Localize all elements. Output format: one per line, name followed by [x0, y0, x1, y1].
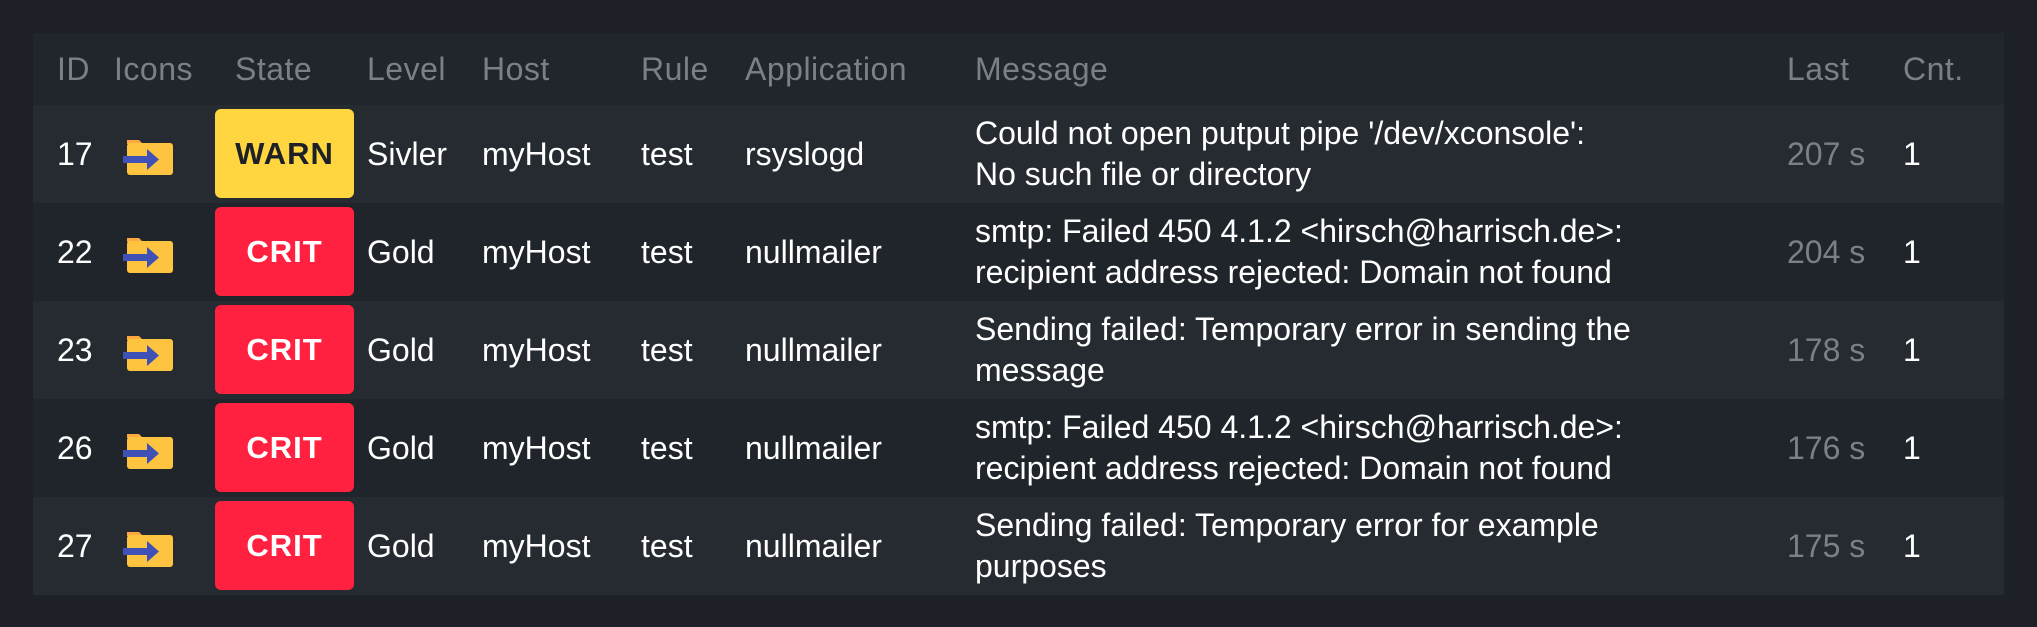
state-badge: CRIT [215, 403, 354, 492]
table-row[interactable]: 22 CRIT Gold myHost test nullmailer smtp… [33, 203, 2004, 301]
level: Gold [367, 429, 435, 466]
event-id[interactable]: 27 [57, 497, 93, 595]
last-seen: 204 s [1787, 233, 1866, 270]
col-level[interactable]: Level [367, 51, 446, 88]
event-id[interactable]: 17 [57, 105, 93, 203]
rule: test [641, 233, 693, 270]
last-seen: 178 s [1787, 331, 1866, 368]
event-id[interactable]: 23 [57, 301, 93, 399]
col-state[interactable]: State [235, 51, 312, 88]
message-line: smtp: Failed 450 4.1.2 <hirsch@harrisch.… [975, 409, 1623, 445]
application: nullmailer [745, 527, 882, 564]
state-badge: CRIT [215, 501, 354, 590]
host[interactable]: myHost [482, 399, 590, 497]
event-id[interactable]: 22 [57, 203, 93, 301]
level: Gold [367, 233, 435, 270]
count: 1 [1903, 135, 1921, 172]
rule: test [641, 527, 693, 564]
col-rule[interactable]: Rule [641, 51, 709, 88]
state-badge: CRIT [215, 305, 354, 394]
folder-arrow-icon[interactable] [123, 333, 175, 373]
message-line: recipient address rejected: Domain not f… [975, 450, 1612, 486]
col-id[interactable]: ID [57, 51, 90, 88]
application: nullmailer [745, 233, 882, 270]
application: nullmailer [745, 429, 882, 466]
message-line: purposes [975, 548, 1107, 584]
application: rsyslogd [745, 135, 865, 172]
col-message[interactable]: Message [975, 51, 1108, 88]
table-row[interactable]: 23 CRIT Gold myHost test nullmailer Send… [33, 301, 2004, 399]
level: Gold [367, 331, 435, 368]
folder-arrow-icon[interactable] [123, 137, 175, 177]
message: Could not open putput pipe '/dev/xconsol… [975, 105, 1585, 203]
last-seen: 176 s [1787, 429, 1866, 466]
count: 1 [1903, 527, 1921, 564]
message-line: No such file or directory [975, 156, 1312, 192]
folder-arrow-icon[interactable] [123, 431, 175, 471]
count: 1 [1903, 429, 1921, 466]
message-line: Sending failed: Temporary error for exam… [975, 507, 1599, 543]
table-row[interactable]: 17 WARN Sivler myHost test rsyslogd Coul… [33, 105, 2004, 203]
col-host[interactable]: Host [482, 51, 550, 88]
folder-arrow-icon[interactable] [123, 235, 175, 275]
level: Sivler [367, 135, 448, 172]
col-application[interactable]: Application [745, 51, 907, 88]
last-seen: 207 s [1787, 135, 1866, 172]
event-id[interactable]: 26 [57, 399, 93, 497]
state-badge: WARN [215, 109, 354, 198]
host[interactable]: myHost [482, 497, 590, 595]
level: Gold [367, 527, 435, 564]
state-badge: CRIT [215, 207, 354, 296]
rule: test [641, 135, 693, 172]
message-line: message [975, 352, 1105, 388]
table-row[interactable]: 26 CRIT Gold myHost test nullmailer smtp… [33, 399, 2004, 497]
rule: test [641, 331, 693, 368]
message-line: recipient address rejected: Domain not f… [975, 254, 1612, 290]
events-table: ID Icons State Level Host Rule Applicati… [33, 33, 2004, 595]
count: 1 [1903, 331, 1921, 368]
application: nullmailer [745, 331, 882, 368]
message: Sending failed: Temporary error in sendi… [975, 301, 1631, 399]
folder-arrow-icon[interactable] [123, 529, 175, 569]
host[interactable]: myHost [482, 203, 590, 301]
message-line: Could not open putput pipe '/dev/xconsol… [975, 115, 1585, 151]
col-count[interactable]: Cnt. [1903, 51, 1964, 88]
table-header: ID Icons State Level Host Rule Applicati… [33, 33, 2004, 105]
col-icons[interactable]: Icons [114, 51, 193, 88]
host[interactable]: myHost [482, 301, 590, 399]
message: Sending failed: Temporary error for exam… [975, 497, 1599, 595]
message: smtp: Failed 450 4.1.2 <hirsch@harrisch.… [975, 203, 1623, 301]
message-line: Sending failed: Temporary error in sendi… [975, 311, 1631, 347]
col-last[interactable]: Last [1787, 51, 1849, 88]
count: 1 [1903, 233, 1921, 270]
host[interactable]: myHost [482, 105, 590, 203]
last-seen: 175 s [1787, 527, 1866, 564]
message-line: smtp: Failed 450 4.1.2 <hirsch@harrisch.… [975, 213, 1623, 249]
message: smtp: Failed 450 4.1.2 <hirsch@harrisch.… [975, 399, 1623, 497]
rule: test [641, 429, 693, 466]
table-row[interactable]: 27 CRIT Gold myHost test nullmailer Send… [33, 497, 2004, 595]
